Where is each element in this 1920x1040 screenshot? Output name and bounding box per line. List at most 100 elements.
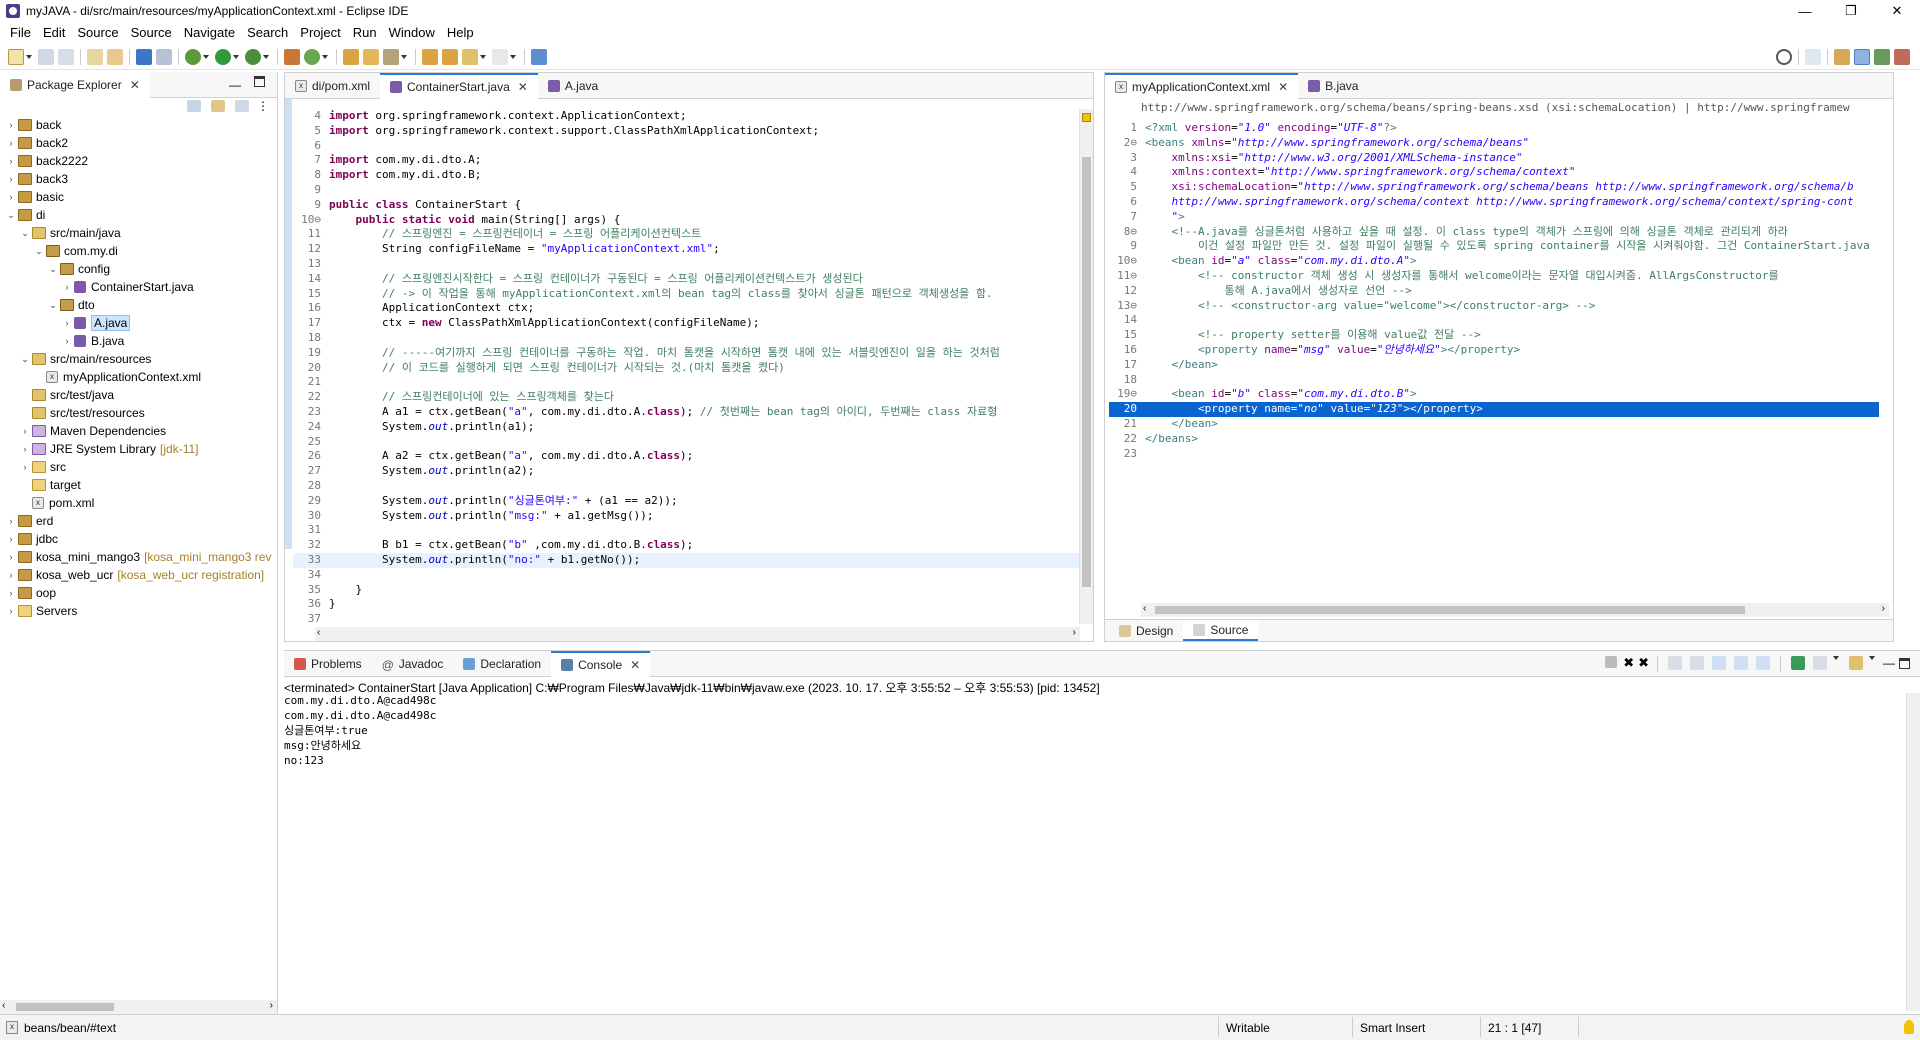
minimize-view-icon[interactable]: — <box>229 78 241 92</box>
back-icon[interactable] <box>462 48 478 65</box>
code-line[interactable]: 33 System.out.println("no:" + b1.getNo()… <box>293 552 1079 568</box>
code-line[interactable]: 31 <box>293 523 1079 538</box>
new-icon[interactable] <box>8 48 24 65</box>
open-task-icon[interactable] <box>343 48 359 65</box>
menu-run[interactable]: Run <box>347 25 383 40</box>
tree-item[interactable]: › back2222 <box>0 152 277 170</box>
new-class-icon[interactable] <box>304 48 320 65</box>
close-button[interactable]: ✕ <box>1874 0 1920 22</box>
code-line[interactable]: 36} <box>293 597 1079 612</box>
code-line[interactable]: 17 </bean> <box>1109 358 1879 373</box>
chevron-right-icon[interactable]: › <box>20 444 30 454</box>
tree-item[interactable]: › back <box>0 116 277 134</box>
menu-window[interactable]: Window <box>383 25 441 40</box>
tree-item[interactable]: › erd <box>0 512 277 530</box>
close-icon[interactable]: ✕ <box>518 80 528 94</box>
code-line[interactable]: 9 이건 설정 파일만 만든 것. 설정 파일이 실행될 수 있도록 sprin… <box>1109 239 1879 254</box>
tab-a-java[interactable]: A.java <box>538 73 608 99</box>
tree-item[interactable]: › jdbc <box>0 530 277 548</box>
chevron-right-icon[interactable]: › <box>6 552 16 562</box>
tree-item[interactable]: ⌄ src/main/resources <box>0 350 277 368</box>
scroll-right-icon[interactable]: › <box>1882 603 1885 614</box>
open-console-icon[interactable] <box>1849 656 1863 670</box>
code-line[interactable]: 18 <box>1109 373 1879 388</box>
chevron-down-icon[interactable]: ⌄ <box>20 354 30 365</box>
chevron-down-icon[interactable] <box>401 54 407 59</box>
tree-item[interactable]: ⌄ di <box>0 206 277 224</box>
code-line[interactable]: 20 <property name="no" value="123"></pro… <box>1109 402 1879 417</box>
show-on-stdout-icon[interactable] <box>1734 656 1748 670</box>
tree-item[interactable]: src/test/java <box>0 386 277 404</box>
chevron-down-icon[interactable] <box>233 54 239 59</box>
code-line[interactable]: 14 <box>1109 313 1879 328</box>
tree-item[interactable]: › basic <box>0 188 277 206</box>
chevron-right-icon[interactable]: › <box>6 606 16 616</box>
code-line[interactable]: 16 ApplicationContext ctx; <box>293 301 1079 316</box>
search-tool-icon[interactable] <box>383 48 399 65</box>
code-line[interactable]: 12 통해 A.java에서 생성자로 선언 --> <box>1109 284 1879 299</box>
code-line[interactable]: 4 xmlns:context="http://www.springframew… <box>1109 165 1879 180</box>
tree-item[interactable]: ⌄ com.my.di <box>0 242 277 260</box>
code-line[interactable]: 13 <box>293 257 1079 272</box>
tab-containerstart-java[interactable]: ContainerStart.java ✕ <box>380 72 538 99</box>
code-line[interactable]: 19⊖ <bean id="b" class="com.my.di.dto.B"… <box>1109 387 1879 402</box>
link-editor-icon[interactable] <box>211 100 225 112</box>
console-output[interactable]: com.my.di.dto.A@cad498c com.my.di.dto.A@c… <box>284 693 436 768</box>
code-line[interactable]: 10⊖ <bean id="a" class="com.my.di.dto.A"… <box>1109 254 1879 269</box>
scroll-left-icon[interactable]: ‹ <box>317 627 320 638</box>
tab-di-pom-xml[interactable]: x di/pom.xml <box>285 73 380 99</box>
save-icon[interactable] <box>38 48 54 65</box>
coverage-icon[interactable] <box>245 48 261 65</box>
menu-search[interactable]: Search <box>241 25 294 40</box>
menu-navigate[interactable]: Navigate <box>178 25 241 40</box>
chevron-down-icon[interactable] <box>1869 656 1875 660</box>
tab-b-java[interactable]: B.java <box>1298 73 1368 99</box>
code-line[interactable]: 11⊖ <!-- constructor 객체 생성 시 생성자를 통해서 we… <box>1109 269 1879 284</box>
code-line[interactable]: 27 System.out.println(a2); <box>293 464 1079 479</box>
scroll-left-icon[interactable]: ‹ <box>1143 603 1146 614</box>
tab-console[interactable]: Console ✕ <box>551 650 651 677</box>
chevron-right-icon[interactable]: › <box>6 192 16 202</box>
menu-source-2[interactable]: Source <box>125 25 178 40</box>
tree-item[interactable]: › kosa_mini_mango3 [kosa_mini_mango3 rev <box>0 548 277 566</box>
collapse-all-icon[interactable] <box>187 100 201 112</box>
chevron-down-icon[interactable] <box>510 54 516 59</box>
chevron-down-icon[interactable] <box>1833 656 1839 660</box>
scrollbar-thumb[interactable] <box>1082 157 1091 587</box>
code-line[interactable]: 21 </bean> <box>1109 417 1879 432</box>
open-perspective-icon[interactable] <box>1805 49 1821 65</box>
terminal-icon[interactable] <box>136 48 152 65</box>
clear-console-icon[interactable] <box>1668 656 1682 670</box>
code-line[interactable]: 14 // 스프링엔진시작한다 = 스프링 컨테이너가 구동된다 = 스프링 어… <box>293 272 1079 287</box>
chevron-right-icon[interactable]: › <box>6 156 16 166</box>
tree-item[interactable]: › oop <box>0 584 277 602</box>
tree-item[interactable]: › JRE System Library [jdk-11] <box>0 440 277 458</box>
chevron-down-icon[interactable] <box>480 54 486 59</box>
code-line[interactable]: 20 // 이 코드를 실행하게 되면 스프링 컨테이너가 시작되는 것.(마치… <box>293 361 1079 376</box>
scroll-right-icon[interactable]: › <box>270 1000 273 1011</box>
pin-console-icon[interactable] <box>1791 656 1805 670</box>
code-line[interactable]: 9 public class ContainerStart { <box>293 198 1079 213</box>
chevron-right-icon[interactable]: › <box>62 336 72 346</box>
code-line[interactable]: 28 <box>293 479 1079 494</box>
code-line[interactable]: 21 <box>293 375 1079 390</box>
chevron-right-icon[interactable]: › <box>6 120 16 130</box>
tree-item[interactable]: › B.java <box>0 332 277 350</box>
scroll-lock-icon[interactable] <box>1690 656 1704 670</box>
pin-editor-icon[interactable] <box>531 48 547 65</box>
code-line[interactable]: 32 B b1 = ctx.getBean("b" ,com.my.di.dto… <box>293 538 1079 553</box>
code-line[interactable]: 26 A a2 = ctx.getBean("a", com.my.di.dto… <box>293 449 1079 464</box>
code-line[interactable]: 1 <?xml version="1.0" encoding="UTF-8"?> <box>1109 121 1879 136</box>
code-line[interactable]: 25 <box>293 435 1079 450</box>
java-code-area[interactable]: 4 import org.springframework.context.Appl… <box>293 109 1079 627</box>
code-line[interactable]: 34 <box>293 568 1079 583</box>
code-line[interactable]: 18 <box>293 331 1079 346</box>
xml-code-area[interactable]: 1 <?xml version="1.0" encoding="UTF-8"?> 2… <box>1109 121 1879 461</box>
code-line[interactable]: 4 import org.springframework.context.Appl… <box>293 109 1079 124</box>
horizontal-scrollbar[interactable]: ‹ › <box>1141 603 1889 617</box>
chevron-right-icon[interactable]: › <box>20 426 30 436</box>
code-line[interactable]: 10⊖ public static void main(String[] arg… <box>293 213 1079 228</box>
code-line[interactable]: 23 <box>1109 447 1879 462</box>
remove-all-launches-icon[interactable]: ✖ <box>1638 656 1649 672</box>
search-icon[interactable] <box>1776 49 1792 65</box>
